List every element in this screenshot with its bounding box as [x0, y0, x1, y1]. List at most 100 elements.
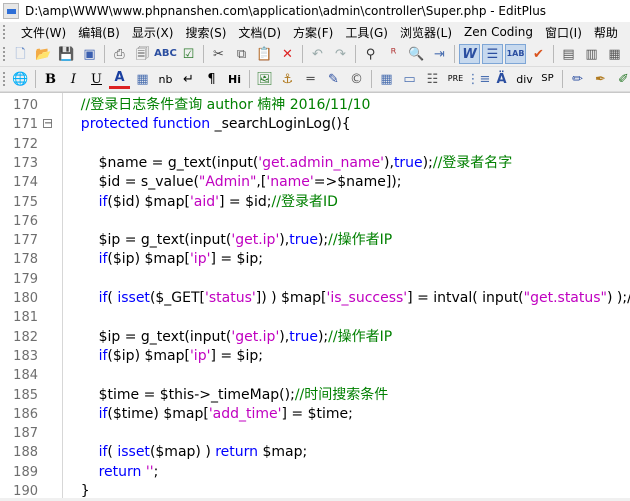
- code-line[interactable]: 178 if($ip) $map['ip'] = $ip;: [0, 250, 630, 269]
- toolbar-separator: [371, 70, 372, 88]
- cut-icon[interactable]: ✂: [208, 44, 229, 64]
- menu-edit[interactable]: 编辑(B): [72, 24, 126, 41]
- special-char-icon[interactable]: ⋮≡: [467, 69, 491, 89]
- copy-icon[interactable]: ⧉: [231, 44, 252, 64]
- menu-window[interactable]: 窗口(I): [539, 24, 588, 41]
- pencil-icon[interactable]: ✐: [613, 69, 630, 89]
- menu-document[interactable]: 文档(D): [232, 24, 287, 41]
- code-folding-icon[interactable]: 1AB: [505, 44, 526, 64]
- menu-browser[interactable]: 浏览器(L): [394, 24, 458, 41]
- menu-tools[interactable]: 工具(G): [339, 24, 394, 41]
- menu-project[interactable]: 方案(F): [287, 24, 339, 41]
- code-token: if: [63, 193, 108, 210]
- code-line[interactable]: 181: [0, 308, 630, 327]
- spell-check-icon[interactable]: ABC: [154, 44, 177, 64]
- goto-icon[interactable]: ⇥: [429, 44, 450, 64]
- menu-help[interactable]: 帮助: [588, 24, 624, 41]
- code-line[interactable]: 186 if($time) $map['add_time'] = $time;: [0, 405, 630, 424]
- redo-icon[interactable]: ↷: [330, 44, 351, 64]
- code-line[interactable]: 188 if( isset($map) ) return $map;: [0, 443, 630, 462]
- save-icon[interactable]: 💾: [56, 44, 77, 64]
- italic-icon[interactable]: I: [63, 69, 84, 89]
- code-text: if($ip) $map['ip'] = $ip;: [63, 347, 263, 366]
- code-line[interactable]: 185 $time = $this->_timeMap();//时间搜索条件: [0, 386, 630, 405]
- div-icon[interactable]: div: [514, 69, 535, 89]
- underline-icon[interactable]: U: [86, 69, 107, 89]
- menu-file[interactable]: 文件(W): [15, 24, 72, 41]
- undo-icon[interactable]: ↶: [307, 44, 328, 64]
- code-line[interactable]: 171− protected function _searchLoginLog(…: [0, 115, 630, 134]
- code-line[interactable]: 182 $ip = g_text(input('get.ip'),true);/…: [0, 328, 630, 347]
- code-line[interactable]: 170 //登录日志条件查询 author 楠神 2016/11/10: [0, 96, 630, 115]
- code-line[interactable]: 175 if($id) $map['aid'] = $id;//登录者ID: [0, 193, 630, 212]
- bold-icon[interactable]: B: [40, 69, 61, 89]
- code-line[interactable]: 190 }: [0, 482, 630, 501]
- open-folder-icon[interactable]: 📂: [33, 44, 54, 64]
- code-line[interactable]: 179: [0, 270, 630, 289]
- fold-toggle-icon[interactable]: −: [43, 119, 52, 129]
- pre-icon[interactable]: PRE: [445, 69, 466, 89]
- code-line[interactable]: 174 $id = s_value("Admin",['name'=>$name…: [0, 173, 630, 192]
- delete-icon[interactable]: ✕: [277, 44, 298, 64]
- code-line[interactable]: 184: [0, 366, 630, 385]
- code-line[interactable]: 189 return '';: [0, 463, 630, 482]
- code-token: );: [422, 154, 433, 171]
- link-icon[interactable]: ✎: [323, 69, 344, 89]
- new-file-icon[interactable]: 🗋: [10, 44, 31, 64]
- insert-icon[interactable]: Ä: [491, 69, 512, 89]
- word-wrap-icon[interactable]: W: [459, 44, 480, 64]
- paste-icon[interactable]: 📋: [254, 44, 275, 64]
- paragraph-icon[interactable]: ¶: [201, 69, 222, 89]
- nb-icon[interactable]: nb: [155, 69, 176, 89]
- edit-icon[interactable]: ✏: [567, 69, 588, 89]
- toolbar-separator: [104, 45, 105, 63]
- find-in-files-icon[interactable]: 🔍: [406, 44, 427, 64]
- code-line[interactable]: 172: [0, 135, 630, 154]
- replace-icon[interactable]: ᴿ: [383, 44, 404, 64]
- toolbar-grip: [3, 72, 5, 86]
- checkmark-icon[interactable]: ✔: [528, 44, 549, 64]
- code-line[interactable]: 183 if($ip) $map['ip'] = $ip;: [0, 347, 630, 366]
- panel-1-icon[interactable]: ▤: [558, 44, 579, 64]
- span-icon[interactable]: SP: [537, 69, 558, 89]
- print-icon[interactable]: ⎙: [109, 44, 130, 64]
- table-2-icon[interactable]: ▦: [376, 69, 397, 89]
- heading-icon[interactable]: Hi: [224, 69, 245, 89]
- menu-search[interactable]: 搜索(S): [179, 24, 232, 41]
- panel-3-icon[interactable]: ▦: [604, 44, 625, 64]
- save-all-icon[interactable]: ▣: [79, 44, 100, 64]
- font-color-icon[interactable]: A: [109, 69, 130, 89]
- table-icon[interactable]: ▦: [132, 69, 153, 89]
- hr-icon[interactable]: ═: [300, 69, 321, 89]
- code-token: 'ip': [189, 347, 211, 364]
- print-preview-icon[interactable]: 🗐: [132, 44, 153, 64]
- pen-icon[interactable]: ✒: [590, 69, 611, 89]
- code-line[interactable]: 176: [0, 212, 630, 231]
- image-icon[interactable]: 🖼: [254, 69, 275, 89]
- comment-icon[interactable]: ©: [346, 69, 367, 89]
- form-icon[interactable]: ▭: [399, 69, 420, 89]
- code-token: isset: [117, 444, 150, 461]
- menu-view[interactable]: 显示(X): [126, 24, 180, 41]
- menu-zen-coding[interactable]: Zen Coding: [458, 25, 539, 39]
- list-icon[interactable]: ☷: [422, 69, 443, 89]
- br-icon[interactable]: ↵: [178, 69, 199, 89]
- code-text: }: [63, 482, 90, 501]
- code-line[interactable]: 177 $ip = g_text(input('get.ip'),true);/…: [0, 231, 630, 250]
- line-number: 185: [13, 387, 38, 403]
- code-line[interactable]: 180 if( isset($_GET['status']) ) $map['i…: [0, 289, 630, 308]
- code-token: ($id) $map[: [107, 193, 190, 210]
- code-line[interactable]: 173 $name = g_text(input('get.admin_name…: [0, 154, 630, 173]
- check-icon[interactable]: ☑: [178, 44, 199, 64]
- find-icon[interactable]: ⚲: [360, 44, 381, 64]
- browser-icon[interactable]: 🌐: [10, 69, 31, 89]
- toolbar-separator: [553, 45, 554, 63]
- code-token: $id = s_value(: [63, 174, 199, 191]
- code-line[interactable]: 187: [0, 424, 630, 443]
- anchor-icon[interactable]: ⚓: [277, 69, 298, 89]
- code-editor[interactable]: 170 //登录日志条件查询 author 楠神 2016/11/10 171− …: [0, 92, 630, 501]
- panel-2-icon[interactable]: ▥: [581, 44, 602, 64]
- code-token: 'add_time': [208, 405, 282, 422]
- code-token: ] = $ip;: [210, 347, 263, 364]
- line-numbers-icon[interactable]: ☰: [482, 44, 503, 64]
